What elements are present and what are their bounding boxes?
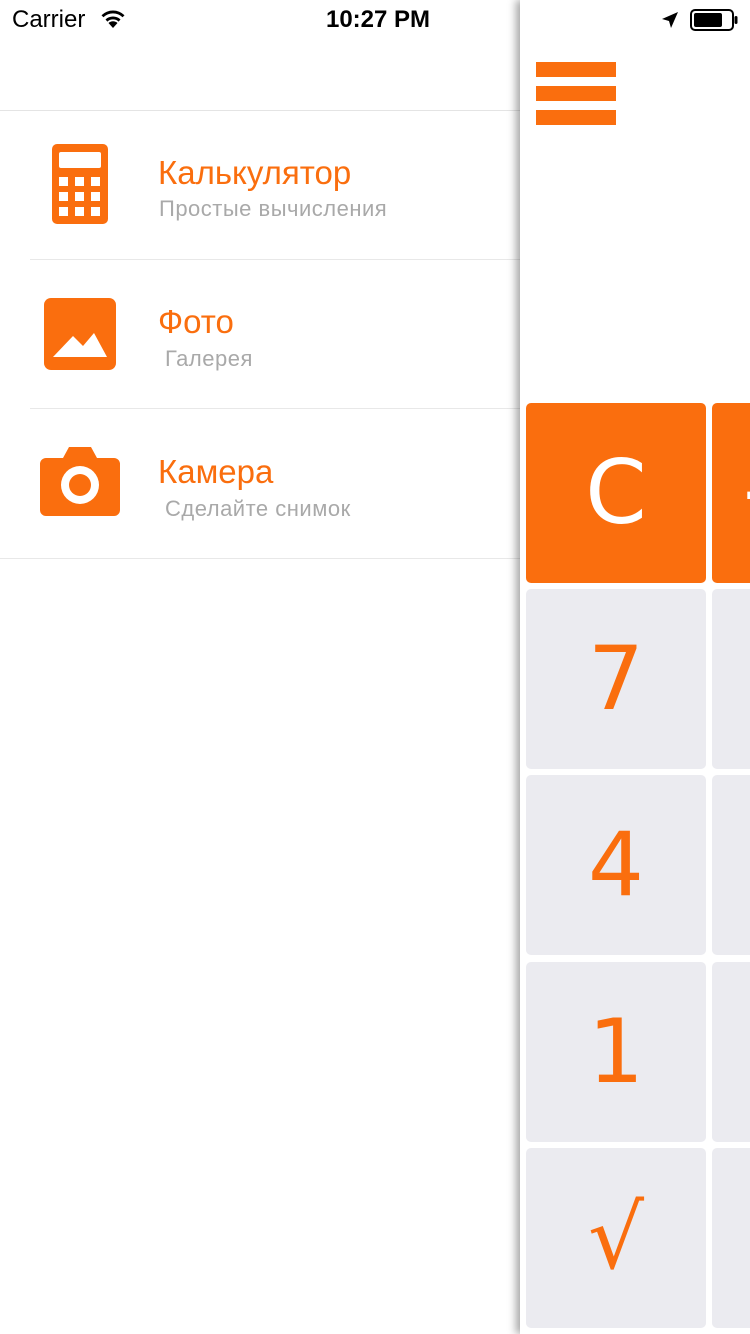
digit-7-button[interactable]: 7 xyxy=(526,589,706,769)
calc-key[interactable] xyxy=(712,962,750,1142)
battery-icon xyxy=(690,9,740,31)
sign-toggle-button[interactable]: +/- xyxy=(712,403,750,583)
calculator-icon xyxy=(52,144,108,229)
calculator-panel: C +/- 7 4 1 √ xyxy=(520,0,750,1334)
hamburger-menu-button[interactable] xyxy=(536,62,616,126)
key-label: C xyxy=(585,441,647,544)
menu-item-calculator[interactable]: Калькулятор Простые вычисления xyxy=(0,111,520,260)
key-label: 1 xyxy=(588,1000,644,1103)
screen: Калькулятор Простые вычисления Фото Гале… xyxy=(0,0,750,1334)
menu-item-title: Фото xyxy=(158,303,234,340)
calculator-display xyxy=(526,150,750,390)
menu-item-title: Камера xyxy=(158,453,274,490)
menu-item-divider xyxy=(0,558,520,559)
key-label: +/- xyxy=(738,449,750,537)
menu-item-photo[interactable]: Фото Галерея xyxy=(0,260,520,409)
menu-item-divider xyxy=(30,408,520,409)
key-label: √ xyxy=(587,1186,645,1289)
clear-button[interactable]: C xyxy=(526,403,706,583)
menu-item-subtitle: Сделайте снимок xyxy=(165,496,351,521)
side-menu: Калькулятор Простые вычисления Фото Гале… xyxy=(0,0,520,1334)
calc-key[interactable] xyxy=(712,589,750,769)
photo-icon xyxy=(44,298,116,375)
menu-item-subtitle: Галерея xyxy=(165,346,253,371)
menu-item-title: Калькулятор xyxy=(158,154,352,191)
square-root-button[interactable]: √ xyxy=(526,1148,706,1328)
key-label: 7 xyxy=(588,627,644,730)
clock: 10:27 PM xyxy=(325,6,431,33)
location-arrow-icon xyxy=(660,10,680,30)
digit-1-button[interactable]: 1 xyxy=(526,962,706,1142)
key-label: 4 xyxy=(588,813,644,916)
menu-item-camera[interactable]: Камера Сделайте снимок xyxy=(0,410,520,559)
camera-icon xyxy=(40,444,120,521)
digit-4-button[interactable]: 4 xyxy=(526,775,706,955)
menu-item-subtitle: Простые вычисления xyxy=(159,196,388,221)
calc-key[interactable] xyxy=(712,775,750,955)
status-bar: Carrier 10:27 PM xyxy=(0,0,750,40)
calc-key[interactable] xyxy=(712,1148,750,1328)
